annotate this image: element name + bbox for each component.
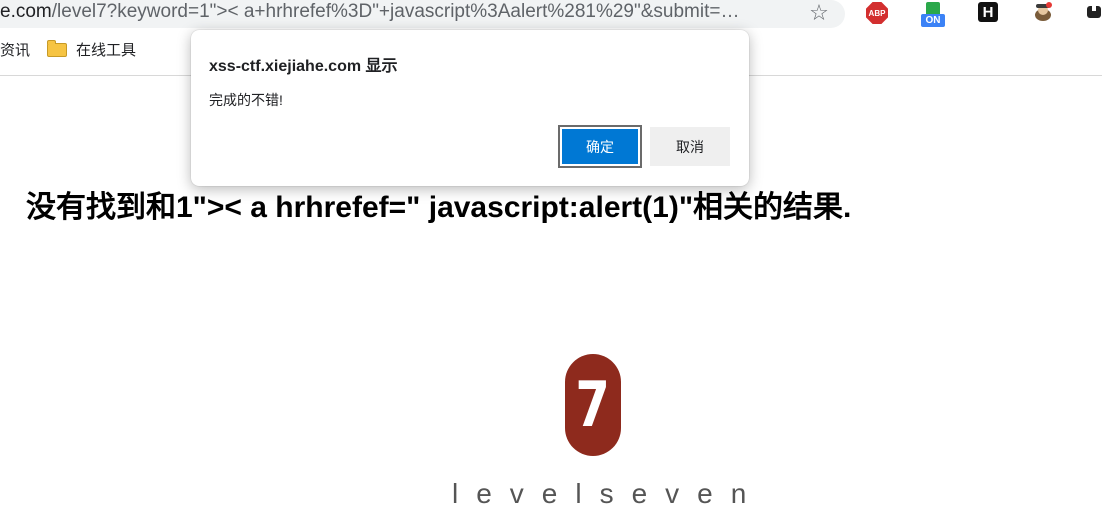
bookmark-label: 在线工具 (76, 42, 137, 59)
logo-digit: 7 (575, 368, 611, 441)
url-path: /level7?keyword=1">< a+hrhrefef%3D"+java… (51, 1, 740, 22)
h-label: H (982, 3, 994, 21)
dialog-title: xss-ctf.xiejiahe.com 显示 (209, 58, 398, 75)
url-host: e.com (0, 1, 52, 22)
level-seven-logo: 7 levelseven (452, 354, 765, 514)
ok-button[interactable]: 确定 (558, 125, 642, 168)
on-toggle-top (926, 1, 940, 14)
star-icon[interactable]: ☆ (806, 0, 832, 26)
h-extension-icon[interactable]: H (978, 2, 998, 22)
url-text[interactable]: e.com/level7?keyword=1">< a+hrhrefef%3D"… (0, 0, 780, 28)
cancel-button[interactable]: 取消 (650, 127, 730, 166)
logo-badge: 7 (565, 354, 621, 456)
search-result-heading: 没有找到和1">< a hrhrefef=" javascript:alert(… (26, 191, 852, 224)
on-toggle-label: ON (921, 13, 945, 27)
adblock-plus-icon[interactable]: ABP (866, 2, 888, 24)
address-bar[interactable]: e.com/level7?keyword=1">< a+hrhrefef%3D"… (0, 0, 845, 28)
logo-wordmark: levelseven (452, 478, 765, 509)
spy-extension-icon[interactable] (1032, 1, 1054, 23)
extension-icon[interactable] (1086, 4, 1102, 20)
bookmark-label: 资讯 (0, 42, 31, 59)
dialog-message: 完成的不错! (209, 92, 283, 108)
alert-dialog: xss-ctf.xiejiahe.com 显示 完成的不错! 确定 取消 (191, 30, 749, 186)
abp-label: ABP (868, 8, 886, 18)
bookmark-item-news[interactable]: 资讯 (0, 38, 30, 64)
on-toggle-icon[interactable]: ON (921, 0, 945, 28)
bookmark-item-online-tools[interactable]: 在线工具 (47, 38, 136, 64)
folder-icon (47, 40, 67, 57)
